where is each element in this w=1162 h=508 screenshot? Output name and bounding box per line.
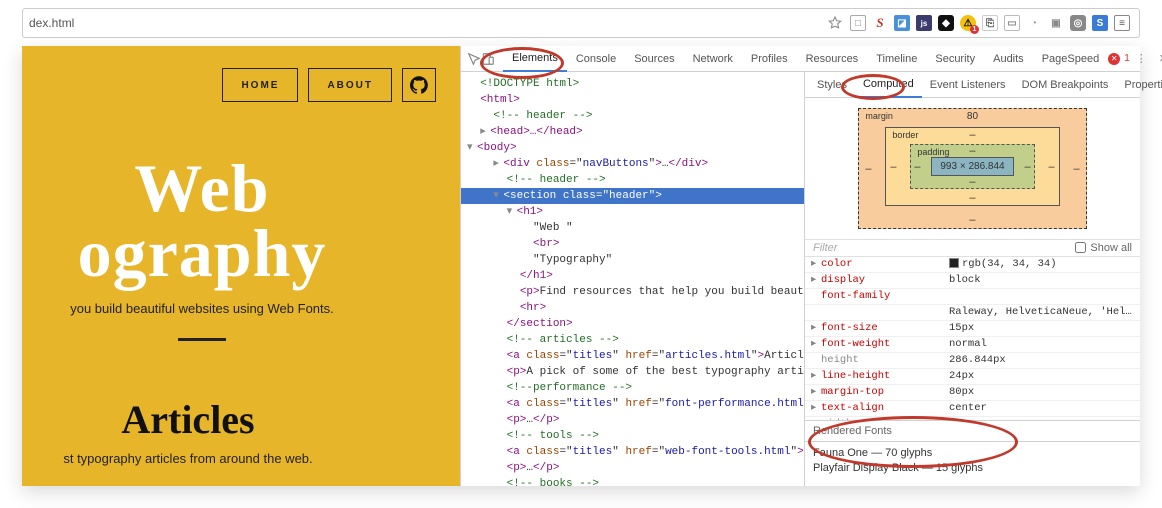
section-subtitle: st typography articles from around the w… (22, 451, 398, 466)
hamburger-menu-icon[interactable]: ≡ (1114, 15, 1130, 31)
computed-prop[interactable]: Raleway, HelveticaNeue, 'Helvetica Neue'… (805, 305, 1140, 321)
close-icon[interactable]: ✕ (1153, 52, 1162, 65)
hero-title: Webography (22, 156, 452, 285)
devtools: Elements Console Sources Network Profile… (460, 46, 1140, 486)
section-articles: Articles st typography articles from aro… (22, 396, 398, 466)
url-text: dex.html (29, 16, 823, 30)
extension-icon[interactable]: js (916, 15, 932, 31)
show-all-toggle[interactable]: Show all (1075, 242, 1132, 254)
extension-icon[interactable]: ▣ (1048, 15, 1064, 31)
divider (178, 338, 226, 341)
inspect-icon[interactable] (467, 49, 481, 69)
computed-properties[interactable]: ▸colorrgb(34, 34, 34)▸displayblockfont-f… (805, 257, 1140, 420)
computed-prop[interactable]: height286.844px (805, 353, 1140, 369)
computed-prop[interactable]: ▸font-size15px (805, 321, 1140, 337)
side-tab-computed[interactable]: Computed (855, 72, 922, 98)
rendered-fonts-body: Fauna One — 70 glyphs Playfair Display B… (805, 442, 1140, 486)
extension-icon[interactable]: ⚠1 (960, 15, 976, 31)
tab-timeline[interactable]: Timeline (867, 46, 926, 72)
side-tab-dom-breakpoints[interactable]: DOM Breakpoints (1014, 72, 1117, 98)
computed-prop[interactable]: ▸colorrgb(34, 34, 34) (805, 257, 1140, 273)
sidebar-tabs: Styles Computed Event Listeners DOM Brea… (805, 72, 1140, 98)
extension-icon[interactable]: S (872, 15, 888, 31)
computed-prop[interactable]: ▸displayblock (805, 273, 1140, 289)
page-nav: HOME ABOUT (222, 68, 436, 102)
section-title: Articles (22, 396, 398, 443)
tab-pagespeed[interactable]: PageSpeed (1033, 46, 1109, 72)
github-icon (410, 76, 428, 94)
computed-prop[interactable]: ▸line-height24px (805, 369, 1140, 385)
rendered-page: HOME ABOUT Webography you build beautifu… (22, 46, 460, 486)
devtools-toolbar: Elements Console Sources Network Profile… (461, 46, 1140, 72)
sidebar: Styles Computed Event Listeners DOM Brea… (804, 72, 1140, 486)
tab-network[interactable]: Network (684, 46, 742, 72)
rendered-fonts-header: Rendered Fonts (805, 420, 1140, 442)
tab-profiles[interactable]: Profiles (742, 46, 797, 72)
devtools-body: <!DOCTYPE html> <html> <!-- header --> ▸… (461, 72, 1140, 486)
extension-icon[interactable]: ⎘ (982, 15, 998, 31)
extension-icon[interactable]: S (1092, 15, 1108, 31)
extension-icon[interactable]: □ (850, 15, 866, 31)
tab-sources[interactable]: Sources (625, 46, 683, 72)
computed-prop[interactable]: ▸text-aligncenter (805, 401, 1140, 417)
content-row: HOME ABOUT Webography you build beautifu… (22, 46, 1140, 486)
box-model-content: 993 × 286.844 (931, 157, 1013, 176)
tab-elements[interactable]: Elements (503, 46, 567, 72)
side-tab-properties[interactable]: Properties (1116, 72, 1162, 98)
filter-input[interactable]: Filter (813, 242, 837, 254)
tab-resources[interactable]: Resources (797, 46, 868, 72)
nav-about-button[interactable]: ABOUT (308, 68, 392, 102)
filter-bar: Filter Show all (805, 239, 1140, 257)
nav-home-button[interactable]: HOME (222, 68, 298, 102)
tab-console[interactable]: Console (567, 46, 625, 72)
hero-subtitle: you build beautiful websites using Web F… (22, 301, 452, 316)
bookmark-star-icon[interactable] (827, 15, 843, 31)
selected-node: ▾<section class="header"> (461, 188, 804, 204)
box-model[interactable]: margin 80 – – – border – – – – (805, 98, 1140, 239)
device-mode-icon[interactable] (481, 49, 495, 69)
tab-security[interactable]: Security (926, 46, 984, 72)
url-bar[interactable]: dex.html □ S ◪ js ◆ ⚠1 ⎘ ▭ ◔ ▣ ◎ S ≡ (22, 8, 1140, 38)
tab-audits[interactable]: Audits (984, 46, 1033, 72)
side-tab-styles[interactable]: Styles (809, 72, 855, 98)
side-tab-event-listeners[interactable]: Event Listeners (922, 72, 1014, 98)
computed-prop[interactable]: ▸margin-top80px (805, 385, 1140, 401)
extension-icon[interactable]: ◪ (894, 15, 910, 31)
computed-prop[interactable]: ▸font-weightnormal (805, 337, 1140, 353)
extension-icon[interactable]: ◎ (1070, 15, 1086, 31)
extension-icon[interactable]: ◆ (938, 15, 954, 31)
extension-icon[interactable]: ◔ (1026, 15, 1042, 31)
computed-prop[interactable]: font-family (805, 289, 1140, 305)
extension-icon[interactable]: ▭ (1004, 15, 1020, 31)
more-icon[interactable]: ⋮ (1130, 52, 1153, 65)
github-button[interactable] (402, 68, 436, 102)
hero: Webography you build beautiful websites … (22, 156, 452, 341)
app-root: { "url": "dex.html", "extensions_badge":… (0, 0, 1162, 508)
dom-tree[interactable]: <!DOCTYPE html> <html> <!-- header --> ▸… (461, 72, 804, 486)
error-indicator[interactable]: ✕1 (1108, 53, 1130, 65)
